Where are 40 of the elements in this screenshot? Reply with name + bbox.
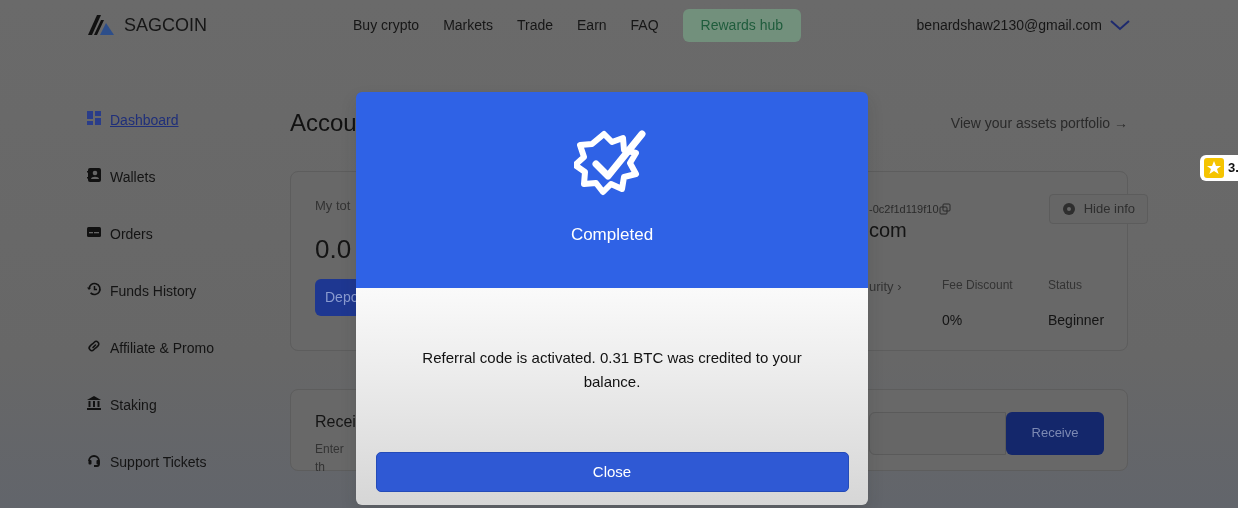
account-email[interactable]: benardshaw2130@gmail.com (916, 14, 1102, 36)
copy-icon (938, 202, 951, 215)
dashboard-grid-icon (86, 110, 102, 126)
sidebar-item[interactable]: Orders (86, 224, 290, 281)
receive-title: Recei (315, 412, 357, 432)
sidebar-item[interactable]: Support Tickets (86, 452, 290, 508)
balance-amount: 0.0 (315, 232, 353, 266)
logo-icon (86, 13, 116, 37)
rating-badge: 3. (1200, 155, 1238, 181)
close-button[interactable]: Close (375, 452, 849, 492)
nav-link[interactable]: Markets (443, 14, 493, 36)
sidebar-item[interactable]: Staking (86, 395, 290, 452)
contact-book-icon (86, 167, 102, 183)
page-title: Accou (290, 108, 357, 138)
modal-message: Referral code is activated. 0.31 BTC was credited to your balance. (422, 348, 802, 392)
sidebar-item[interactable]: Funds History (86, 281, 290, 338)
sidebar-item[interactable]: Wallets (86, 167, 290, 224)
headset-icon (86, 452, 102, 468)
receive-button[interactable]: Receive (1006, 411, 1104, 455)
nav-link[interactable]: Earn (577, 14, 607, 36)
bank-icon (86, 395, 102, 411)
nav-link[interactable]: FAQ (630, 14, 659, 36)
rewards-hub-button[interactable]: Rewards hub (682, 8, 802, 42)
account-email-partial: com (869, 219, 908, 240)
sidebar-item[interactable]: Dashboard (86, 110, 290, 167)
hide-info-button[interactable]: Hide info (1048, 194, 1148, 224)
address-field[interactable] (869, 411, 1006, 455)
modal-title: Completed (570, 224, 654, 246)
nav-link[interactable]: Buy crypto (353, 14, 420, 36)
brand-name: SAGCOIN (124, 13, 207, 37)
stat-value: 0% (942, 310, 964, 330)
portfolio-link[interactable]: View your assets portfolio → (950, 112, 1128, 134)
history-clock-icon (86, 281, 102, 297)
nav-link[interactable]: Trade (516, 14, 553, 36)
chevron-down-icon (1110, 19, 1130, 31)
id-card-icon (86, 224, 102, 240)
stat-value: Beginner (1048, 310, 1106, 330)
sidebar-item[interactable]: Affiliate & Promo (86, 338, 290, 395)
user-id: -0c2f1d119f10 (869, 201, 939, 217)
chain-link-icon (86, 338, 102, 354)
